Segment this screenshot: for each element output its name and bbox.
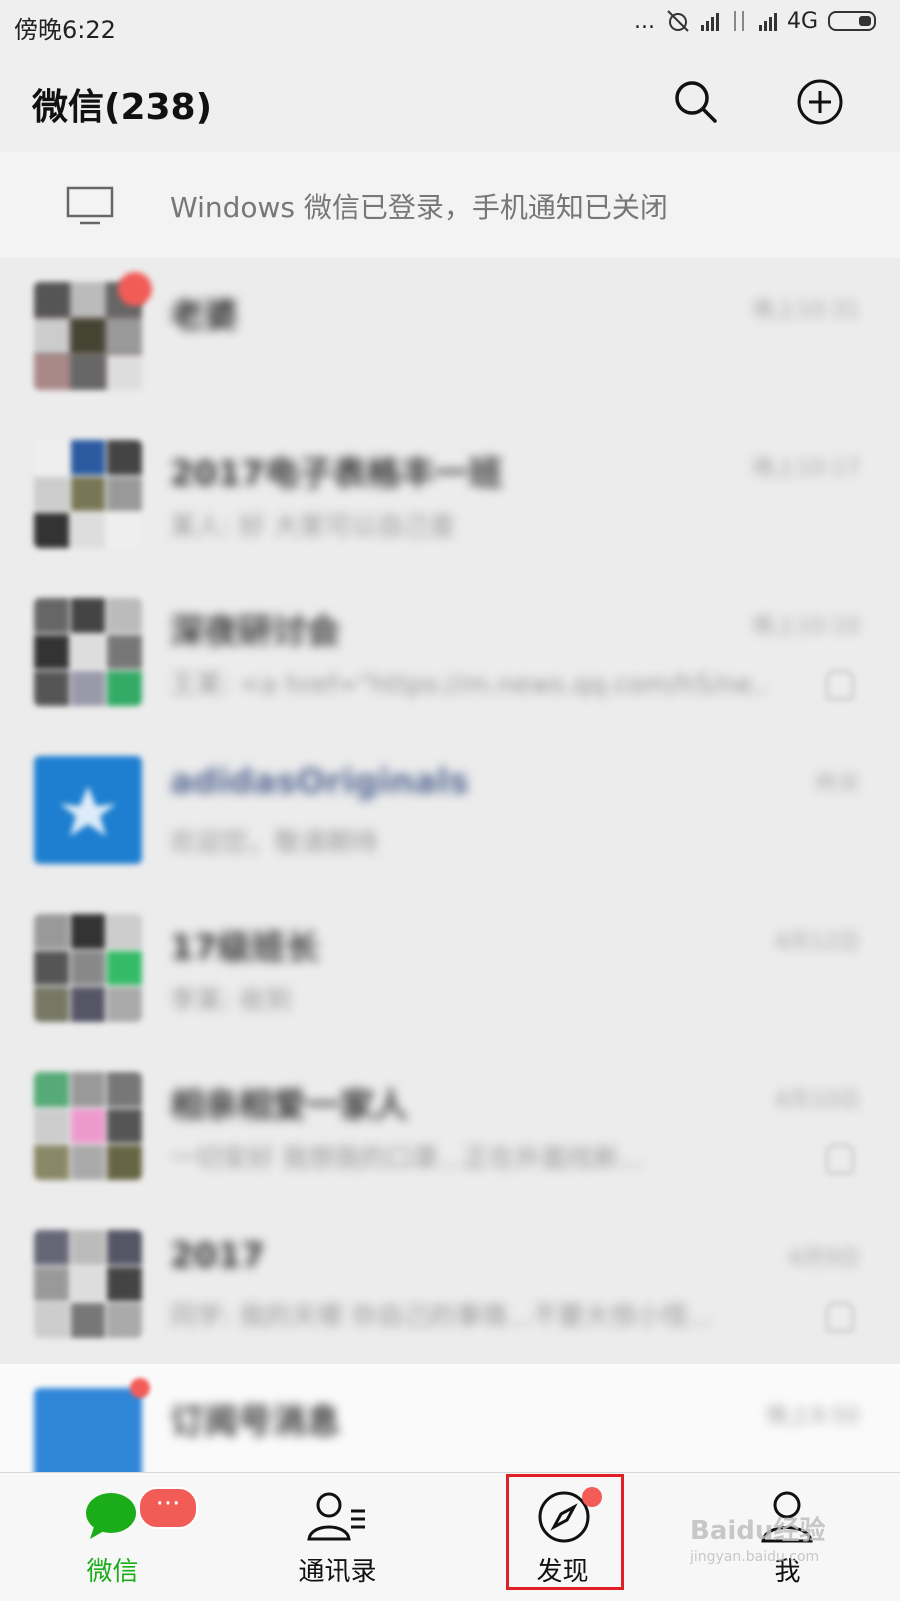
avatar	[34, 1072, 142, 1180]
chat-row[interactable]: 17级班长 李某: 收到 4月12日	[0, 890, 900, 1049]
search-icon	[675, 81, 717, 123]
app-header: 微信(238)	[0, 52, 900, 153]
avatar	[34, 440, 142, 548]
discover-highlight-box	[506, 1474, 624, 1590]
signal-icon	[700, 11, 719, 31]
tab-chats[interactable]: ··· 微信	[0, 1473, 225, 1601]
chat-preview: 王某: <a href="https://m.news.qq.com/h5/ne…	[170, 670, 770, 700]
chat-name: 深夜研讨会	[170, 612, 340, 652]
status-bar: 傍晚6:22 ... 4G	[0, 0, 900, 52]
notice-text: Windows 微信已登录，手机通知已关闭	[170, 191, 668, 224]
chat-time: 4月9日	[788, 1246, 860, 1271]
status-time: 傍晚6:22	[14, 16, 116, 44]
mute-bell-icon	[826, 1144, 854, 1174]
chat-time: 昨天	[815, 772, 860, 797]
tab-label: 微信	[86, 1557, 139, 1587]
chat-time: 晚上10:31	[752, 298, 860, 323]
chat-row[interactable]: 2017电子表格丰一班 某人: 好 大家可以自己查 晚上10:17	[0, 416, 900, 575]
avatar	[34, 756, 142, 864]
chat-row[interactable]: 相亲相爱一家人 一切安好 我想我的口罩...正在外面找新... 4月10日	[0, 1048, 900, 1207]
avatar	[34, 914, 142, 1022]
avatar	[34, 1230, 142, 1338]
chat-preview: 欢迎您，敬请期待	[170, 828, 379, 858]
chat-preview: 某人: 好 大家可以自己查	[170, 512, 456, 542]
chat-name: 17级班长	[170, 928, 320, 968]
chat-preview: 李某: 收到	[170, 986, 292, 1016]
tab-contacts[interactable]: 通讯录	[225, 1473, 450, 1601]
chat-row[interactable]: 深夜研讨会 王某: <a href="https://m.news.qq.com…	[0, 574, 900, 733]
mute-bell-icon	[826, 1302, 854, 1332]
chat-name: 老婆	[170, 296, 238, 336]
unread-badge	[118, 272, 152, 306]
chat-time: 晚上10:10	[752, 614, 860, 639]
chat-row[interactable]: 老婆 晚上10:31	[0, 258, 900, 417]
page-title: 微信(238)	[32, 87, 213, 128]
avatar	[34, 598, 142, 706]
chat-row[interactable]: 2017 同学: 我的天哪 你自己的事情...不要大惊小怪... 4月9日	[0, 1206, 900, 1365]
chat-preview: 一切安好 我想我的口罩...正在外面找新...	[170, 1144, 644, 1174]
data-arrows-icon	[733, 11, 744, 31]
chat-time: 晚上9:50	[766, 1404, 860, 1429]
network-type: 4G	[786, 8, 818, 34]
login-notice[interactable]: Windows 微信已登录，手机通知已关闭	[0, 152, 900, 259]
watermark-text: Baidu经验	[690, 1516, 826, 1546]
add-button[interactable]	[794, 76, 846, 128]
contacts-icon	[307, 1492, 365, 1541]
watermark: Baidu经验 jingyan.baidu.com	[690, 1510, 825, 1565]
tab-label: 通讯录	[298, 1557, 377, 1587]
chat-preview: 同学: 我的天哪 你自己的事情...不要大惊小怪...	[170, 1302, 713, 1332]
more-dots-icon: ...	[633, 8, 655, 34]
chat-row[interactable]: adidasOriginals 欢迎您，敬请期待 昨天	[0, 732, 900, 891]
unread-dot	[130, 1378, 150, 1398]
chats-badge: ···	[138, 1487, 198, 1529]
watermark-subtext: jingyan.baidu.com	[690, 1549, 820, 1565]
chat-name: 2017	[170, 1236, 265, 1276]
chat-time: 4月12日	[774, 930, 860, 955]
search-button[interactable]	[670, 76, 722, 128]
chat-name: adidasOriginals	[170, 762, 469, 802]
signal-icon-2	[758, 11, 777, 31]
battery-icon	[828, 11, 876, 31]
adidas-logo-icon	[60, 786, 116, 836]
chat-time: 4月10日	[774, 1088, 860, 1113]
chat-name: 2017电子表格丰一班	[170, 454, 503, 494]
status-icons: ... 4G	[634, 8, 876, 34]
chat-bubble-icon	[86, 1493, 136, 1539]
chat-name: 订阅号消息	[170, 1402, 340, 1442]
monitor-icon	[66, 186, 114, 225]
alarm-off-icon	[667, 10, 689, 32]
avatar	[34, 1388, 142, 1472]
chat-list: 老婆 晚上10:31 2017电子表格丰一班 某人: 好 大家可以自己查 晚上1…	[0, 258, 900, 1472]
chat-name: 相亲相爱一家人	[170, 1086, 408, 1126]
mute-bell-icon	[826, 670, 854, 700]
chat-row[interactable]: 订阅号消息 晚上9:50	[0, 1364, 900, 1472]
plus-circle-icon	[797, 79, 843, 125]
chat-time: 晚上10:17	[752, 456, 860, 481]
